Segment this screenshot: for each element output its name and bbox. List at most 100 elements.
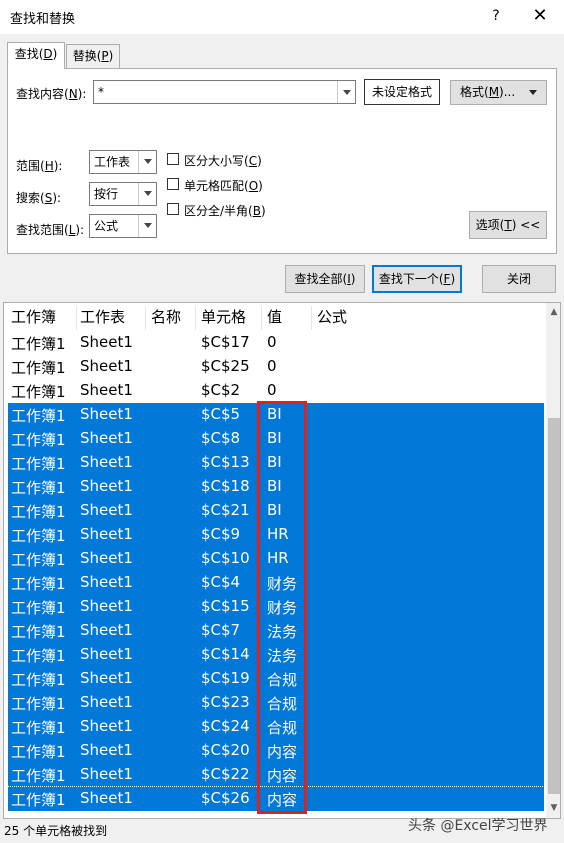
cell-address: $C$25 [201,357,250,375]
options-toggle-key: T [504,218,512,232]
tab-find-key: D [43,47,53,61]
match-case-end: ) [257,154,262,168]
byte-width-key: B [252,204,261,218]
whole-cell-key: O [248,179,259,193]
col-header-sheet[interactable]: 工作表 [80,306,125,327]
cell-address: $C$24 [201,717,250,735]
chevron-down-icon[interactable] [138,215,156,237]
cell-sheet: Sheet1 [80,597,133,615]
cell-sheet: Sheet1 [80,669,133,687]
results-list[interactable]: 工作簿 工作表 名称 单元格 值 公式 工作簿1 Sheet1 $C$17 0 工作簿1… [3,302,561,819]
chevron-down-icon[interactable] [337,81,355,103]
cell-address: $C$8 [201,429,241,447]
scope-label: 范围(H): [16,157,62,174]
cell-address: $C$17 [201,333,250,351]
find-what-label-text: 查找内容( [16,87,69,101]
cell-value: 0 [267,357,277,375]
close-icon[interactable]: ✕ [528,4,552,28]
cell-workbook: 工作簿1 [11,575,66,593]
find-what-key: N [68,87,78,101]
cell-sheet: Sheet1 [80,789,133,807]
find-all-text: 查找全部( [294,272,348,286]
close-button[interactable]: 关闭 [482,265,556,293]
cell-workbook: 工作簿1 [11,767,66,785]
scope-select[interactable]: 工作表 [89,150,157,174]
cell-workbook: 工作簿1 [11,791,66,809]
header-divider[interactable] [311,306,312,330]
whole-cell-checkbox[interactable] [167,178,179,190]
cell-workbook: 工作簿1 [11,431,66,449]
byte-width-label: 区分全/半角(B) [184,202,266,219]
whole-cell-label: 单元格匹配(O) [184,177,263,194]
col-header-name[interactable]: 名称 [151,306,181,327]
find-what-label-end: ): [77,87,87,101]
cell-address: $C$10 [201,549,250,567]
cell-address: $C$9 [201,525,241,543]
cell-address: $C$23 [201,693,250,711]
find-what-value: * [98,85,104,99]
cell-address: $C$13 [201,453,250,471]
find-all-button[interactable]: 查找全部(I) [285,265,365,293]
look-in-select[interactable]: 公式 [89,214,157,238]
col-header-workbook[interactable]: 工作簿 [11,306,56,327]
chevron-down-icon[interactable] [138,183,156,205]
tab-find[interactable]: 查找(D) [7,42,65,69]
header-divider[interactable] [195,306,196,330]
cell-address: $C$19 [201,669,250,687]
cell-workbook: 工作簿1 [11,479,66,497]
search-select[interactable]: 按行 [89,182,157,206]
find-all-end: ) [350,272,356,286]
cell-value: 0 [267,333,277,351]
col-header-formula[interactable]: 公式 [317,306,347,327]
byte-width-checkbox[interactable] [167,203,179,215]
help-button[interactable]: ? [484,5,508,27]
cell-address: $C$2 [201,381,241,399]
scrollbar-thumb[interactable] [548,418,560,794]
scroll-up-icon[interactable]: ▲ [549,307,559,317]
tab-replace-key: P [101,49,109,63]
chevron-down-icon[interactable] [138,151,156,173]
cell-sheet: Sheet1 [80,381,133,399]
watermark: 头条 @Excel学习世界 [408,818,548,834]
cell-workbook: 工作簿1 [11,719,66,737]
match-case-key: C [248,154,258,168]
no-format-preview: 未设定格式 [364,79,440,105]
results-header: 工作簿 工作表 名称 单元格 值 公式 [4,303,544,331]
scroll-down-icon[interactable]: ▼ [549,803,559,813]
tab-find-label: 查找( [14,47,44,61]
table-row[interactable]: 工作簿1 Sheet1 $C$17 0 [8,331,544,355]
title-bar [0,0,564,34]
cell-workbook: 工作簿1 [11,383,66,401]
look-in-label-end: ): [75,223,85,237]
col-header-value[interactable]: 值 [267,306,282,327]
look-in-label-text: 查找范围( [16,223,69,237]
table-row[interactable]: 工作簿1 Sheet1 $C$2 0 [8,379,544,403]
col-header-cell[interactable]: 单元格 [201,306,246,327]
format-label-end: )... [499,85,516,99]
cell-workbook: 工作簿1 [11,527,66,545]
match-case-checkbox[interactable] [167,153,179,165]
tab-replace[interactable]: 替换(P) [66,44,120,68]
whole-cell-text: 单元格匹配( [184,179,249,193]
byte-width-end: ) [260,204,266,218]
table-row[interactable]: 工作簿1 Sheet1 $C$25 0 [8,355,544,379]
tab-find-end: ) [52,47,58,61]
format-button[interactable]: 格式(M)... [450,80,547,105]
cell-value: 0 [267,381,277,399]
cell-sheet: Sheet1 [80,429,133,447]
find-what-input[interactable]: * [93,80,356,104]
header-divider[interactable] [145,306,146,330]
find-next-button[interactable]: 查找下一个(F) [372,265,462,293]
header-divider[interactable] [76,306,77,330]
cell-sheet: Sheet1 [80,765,133,783]
options-toggle-button[interactable]: 选项(T) << [469,211,547,239]
header-divider[interactable] [261,306,262,330]
match-case-label: 区分大小写(C) [184,152,262,169]
look-in-value: 公式 [94,219,119,233]
cell-workbook: 工作簿1 [11,551,66,569]
cell-sheet: Sheet1 [80,501,133,519]
cell-sheet: Sheet1 [80,717,133,735]
cell-address: $C$21 [201,501,250,519]
cell-address: $C$15 [201,597,250,615]
cell-address: $C$4 [201,573,241,591]
